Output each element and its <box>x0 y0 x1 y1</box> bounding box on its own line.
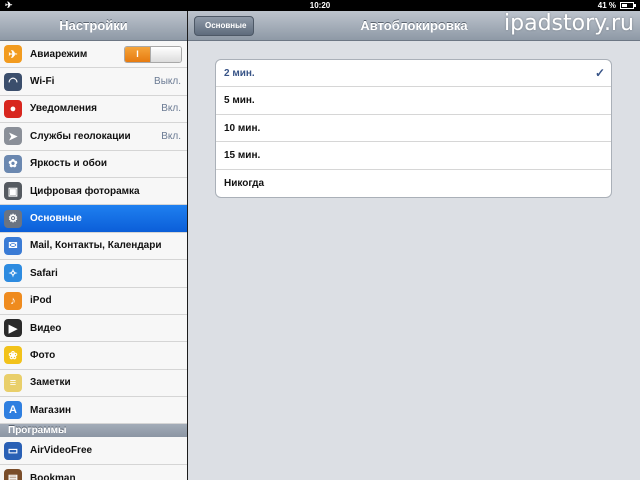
settings-list: ✈ Авиарежим I ◠ Wi-Fi Выкл. ● Уведомления Вкл. ➤ С… <box>0 41 187 480</box>
autolock-option-label: 2 мин. <box>224 68 255 79</box>
section-header-programs: Программы <box>0 424 187 438</box>
location-icon: ➤ <box>4 127 22 146</box>
toggle-knob <box>150 46 181 62</box>
autolock-option[interactable]: Никогда <box>216 170 611 197</box>
sidebar-item-label: Bookman <box>30 472 76 480</box>
sidebar-item-label: Уведомления <box>30 103 97 115</box>
sidebar-item[interactable]: ▶ Видео <box>0 314 187 343</box>
wifi-icon: ◠ <box>4 72 22 91</box>
autolock-option-label: Никогда <box>224 177 265 189</box>
sidebar-item-label: Магазин <box>30 404 72 416</box>
sidebar-item[interactable]: A Магазин <box>0 397 187 425</box>
sidebar-item[interactable]: ● Уведомления Вкл. <box>0 95 187 124</box>
sidebar-item[interactable]: ▭ AirVideoFree <box>0 437 187 465</box>
autolock-option[interactable]: 10 мин. <box>216 115 611 143</box>
photo-frame-icon: ▣ <box>4 182 22 201</box>
sidebar-item-label: Цифровая фоторамка <box>30 185 140 197</box>
sidebar-item[interactable]: ▣ Цифровая фоторамка <box>0 177 187 206</box>
checkmark-icon: ✓ <box>594 66 605 80</box>
sidebar-item[interactable]: ❀ Фото <box>0 342 187 370</box>
sidebar-item-label: Яркость и обои <box>30 158 107 170</box>
autolock-option[interactable]: 5 мин. <box>216 87 611 115</box>
sidebar-item[interactable]: ♪ iPod <box>0 287 187 315</box>
autolock-option[interactable]: 2 мин. ✓ <box>216 60 611 88</box>
photos-icon: ❀ <box>4 346 22 365</box>
sidebar-item-value: Выкл. <box>154 76 181 88</box>
sidebar-item[interactable]: ◠ Wi-Fi Выкл. <box>0 68 187 96</box>
sidebar-item[interactable]: ⚙ Основные <box>0 205 187 233</box>
sidebar-item-label: Mail, Контакты, Календари <box>30 240 162 252</box>
autolock-options: 2 мин. ✓ 5 мин. 10 мин. 15 мин. Никогда <box>215 59 612 198</box>
battery-percent: 41 % <box>597 1 616 10</box>
airplane-icon: ✈ <box>4 45 22 64</box>
brightness-icon: ✿ <box>4 154 22 173</box>
store-icon: A <box>4 401 22 420</box>
ipod-icon: ♪ <box>4 291 22 310</box>
sidebar-item-label: Safari <box>30 267 58 279</box>
autolock-option-label: 15 мин. <box>224 150 261 162</box>
status-time: 10:20 <box>309 1 331 10</box>
notifications-icon: ● <box>4 99 22 118</box>
autolock-option-label: 5 мин. <box>224 95 255 107</box>
sidebar-item-label: Авиарежим <box>30 48 88 60</box>
airplane-mode-toggle[interactable]: I <box>124 45 182 63</box>
sidebar-item[interactable]: ▤ Bookman <box>0 464 187 480</box>
sidebar-item-label: AirVideoFree <box>30 445 93 457</box>
sidebar-title: Настройки <box>0 11 187 41</box>
video-icon: ▶ <box>4 319 22 338</box>
status-bar: ✈ 10:20 41 % <box>0 0 640 11</box>
sidebar-item-label: Видео <box>30 322 62 334</box>
sidebar-item-label: Заметки <box>30 377 71 389</box>
gear-icon: ⚙ <box>4 209 22 228</box>
watermark: ipadstory.ru <box>504 11 634 36</box>
toggle-on-label: I <box>125 46 151 62</box>
sidebar-item-value: Вкл. <box>161 130 181 142</box>
bookman-icon: ▤ <box>4 469 22 480</box>
settings-sidebar: Настройки ✈ Авиарежим I ◠ Wi-Fi Выкл. ● Уведомл… <box>0 11 187 480</box>
notes-icon: ≡ <box>4 373 22 392</box>
sidebar-item[interactable]: ✈ Авиарежим I <box>0 41 187 69</box>
airvideo-icon: ▭ <box>4 441 22 460</box>
sidebar-item[interactable]: ✉ Mail, Контакты, Календари <box>0 232 187 261</box>
sidebar-item[interactable]: ✧ Safari <box>0 260 187 288</box>
detail-header: Основные Автоблокировка ipadstory.ru <box>188 11 640 41</box>
sidebar-item-label: Службы геолокации <box>30 130 131 142</box>
safari-icon: ✧ <box>4 264 22 283</box>
sidebar-item[interactable]: ≡ Заметки <box>0 369 187 398</box>
sidebar-item-value: Вкл. <box>161 103 181 115</box>
autolock-option-label: 10 мин. <box>224 122 261 134</box>
detail-pane: Основные Автоблокировка ipadstory.ru 2 м… <box>188 11 640 480</box>
sidebar-item-label: Фото <box>30 349 56 361</box>
sidebar-item-label: Основные <box>30 213 82 225</box>
sidebar-item[interactable]: ✿ Яркость и обои <box>0 150 187 178</box>
sidebar-item[interactable]: ➤ Службы геолокации Вкл. <box>0 123 187 151</box>
battery-icon <box>620 2 636 9</box>
mail-icon: ✉ <box>4 236 22 255</box>
sidebar-item-label: Wi-Fi <box>30 76 55 88</box>
autolock-option[interactable]: 15 мин. <box>216 142 611 170</box>
sidebar-item-label: iPod <box>30 295 52 307</box>
